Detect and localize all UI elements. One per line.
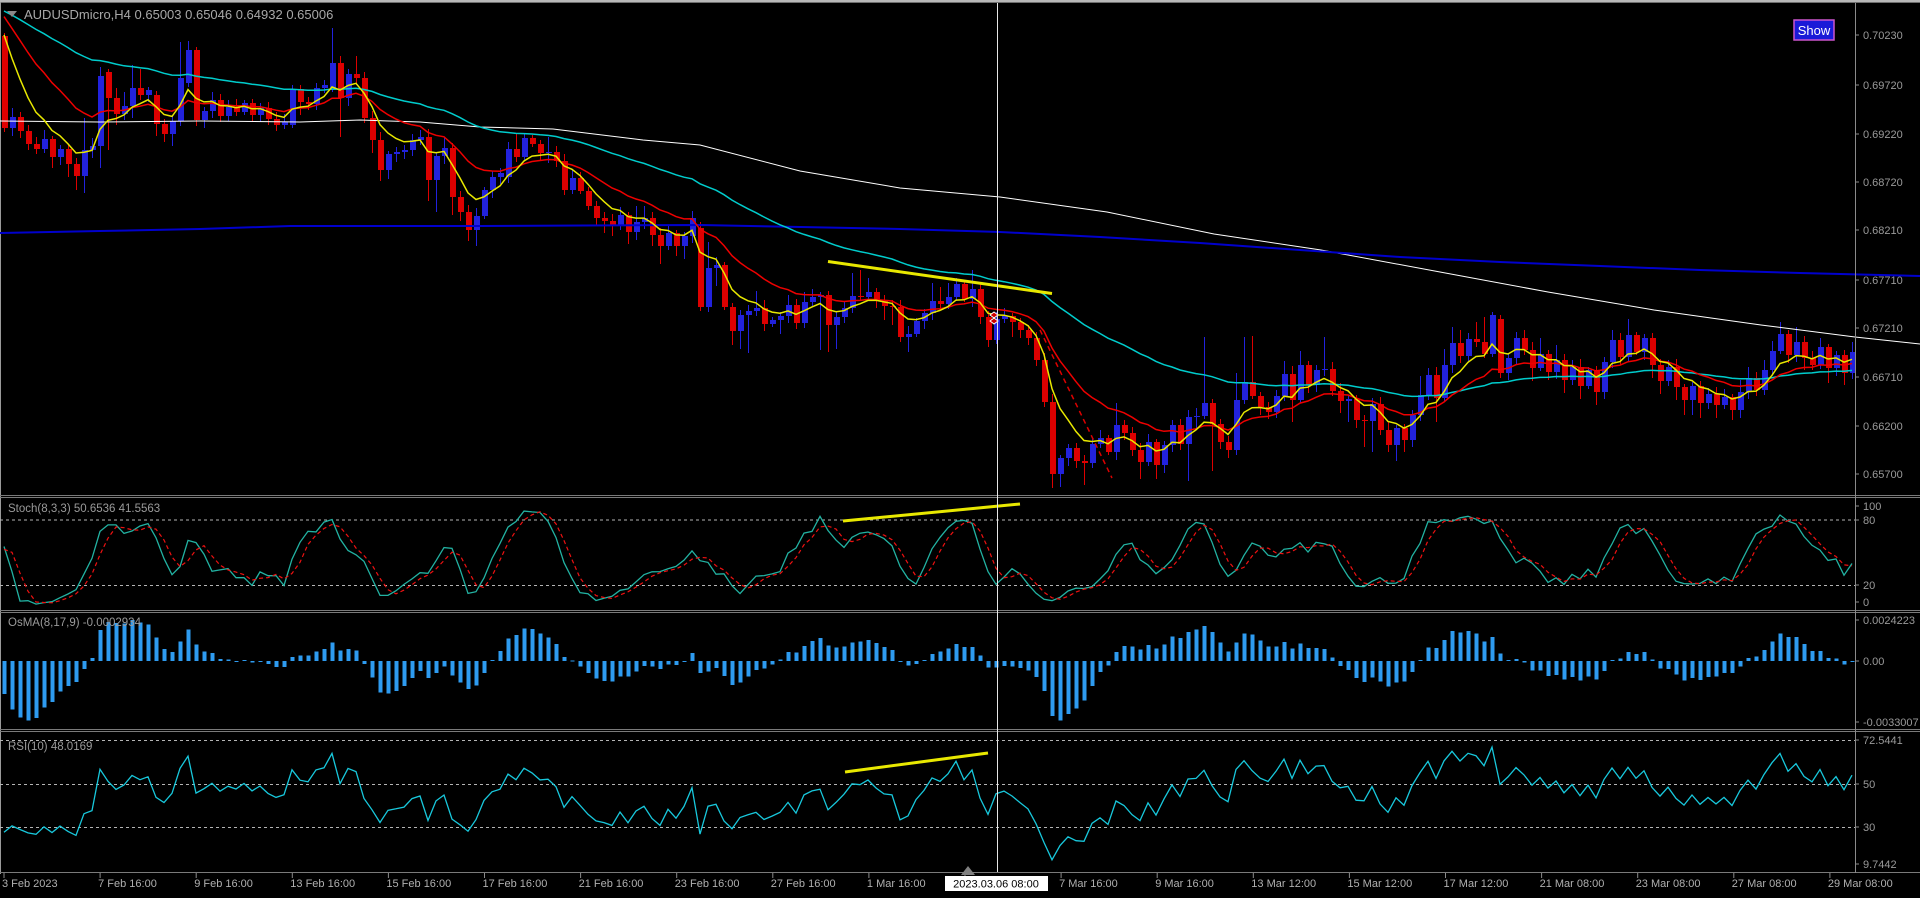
svg-text:15 Mar 12:00: 15 Mar 12:00: [1347, 878, 1412, 890]
svg-text:9 Mar 16:00: 9 Mar 16:00: [1155, 878, 1214, 890]
svg-text:29 Mar 08:00: 29 Mar 08:00: [1828, 878, 1893, 890]
svg-text:7 Mar 16:00: 7 Mar 16:00: [1059, 878, 1118, 890]
svg-text:27 Feb 16:00: 27 Feb 16:00: [771, 878, 836, 890]
svg-text:-0.0033007: -0.0033007: [1863, 717, 1919, 729]
svg-text:13 Mar 12:00: 13 Mar 12:00: [1251, 878, 1316, 890]
svg-text:27 Mar 08:00: 27 Mar 08:00: [1732, 878, 1797, 890]
svg-text:15 Feb 16:00: 15 Feb 16:00: [386, 878, 451, 890]
svg-text:50: 50: [1863, 779, 1875, 791]
svg-text:100: 100: [1863, 501, 1881, 513]
svg-text:0.66200: 0.66200: [1863, 421, 1903, 433]
svg-text:0.0024223: 0.0024223: [1863, 615, 1915, 627]
svg-text:0.66710: 0.66710: [1863, 372, 1903, 384]
svg-text:0.67210: 0.67210: [1863, 323, 1903, 335]
svg-text:9 Feb 16:00: 9 Feb 16:00: [194, 878, 253, 890]
svg-text:2023.03.06 08:00: 2023.03.06 08:00: [953, 879, 1039, 891]
svg-text:9.7442: 9.7442: [1863, 859, 1897, 871]
svg-text:13 Feb 16:00: 13 Feb 16:00: [290, 878, 355, 890]
svg-text:17 Mar 12:00: 17 Mar 12:00: [1444, 878, 1509, 890]
svg-text:0.70230: 0.70230: [1863, 30, 1903, 42]
svg-text:0: 0: [1863, 597, 1869, 609]
svg-text:OsMA(8,17,9) -0.0002934: OsMA(8,17,9) -0.0002934: [8, 617, 142, 629]
svg-text:7 Feb 16:00: 7 Feb 16:00: [98, 878, 157, 890]
svg-text:20: 20: [1863, 580, 1875, 592]
svg-text:Show: Show: [1798, 23, 1831, 38]
svg-text:RSI(10) 48.0169: RSI(10) 48.0169: [8, 741, 92, 753]
svg-text:0.69220: 0.69220: [1863, 129, 1903, 141]
svg-text:1 Mar 16:00: 1 Mar 16:00: [867, 878, 926, 890]
svg-text:30: 30: [1863, 822, 1875, 834]
svg-text:0.68720: 0.68720: [1863, 177, 1903, 189]
svg-text:0.68210: 0.68210: [1863, 225, 1903, 237]
svg-text:0.69720: 0.69720: [1863, 80, 1903, 92]
svg-text:72.5441: 72.5441: [1863, 735, 1903, 747]
svg-text:0.65700: 0.65700: [1863, 469, 1903, 481]
svg-text:0.00: 0.00: [1863, 656, 1884, 668]
svg-text:Stoch(8,3,3) 50.6536 41.5563: Stoch(8,3,3) 50.6536 41.5563: [8, 503, 160, 515]
svg-text:AUDUSDmicro,H4 0.65003 0.6504: AUDUSDmicro,H4 0.65003 0.65046 0.64932 0…: [24, 7, 333, 22]
svg-text:23 Feb 16:00: 23 Feb 16:00: [675, 878, 740, 890]
svg-text:0.67710: 0.67710: [1863, 275, 1903, 287]
svg-text:23 Mar 08:00: 23 Mar 08:00: [1636, 878, 1701, 890]
svg-text:3 Feb 2023: 3 Feb 2023: [2, 878, 58, 890]
svg-text:21 Mar 08:00: 21 Mar 08:00: [1540, 878, 1605, 890]
svg-text:80: 80: [1863, 515, 1875, 527]
svg-text:17 Feb 16:00: 17 Feb 16:00: [483, 878, 548, 890]
svg-text:21 Feb 16:00: 21 Feb 16:00: [579, 878, 644, 890]
